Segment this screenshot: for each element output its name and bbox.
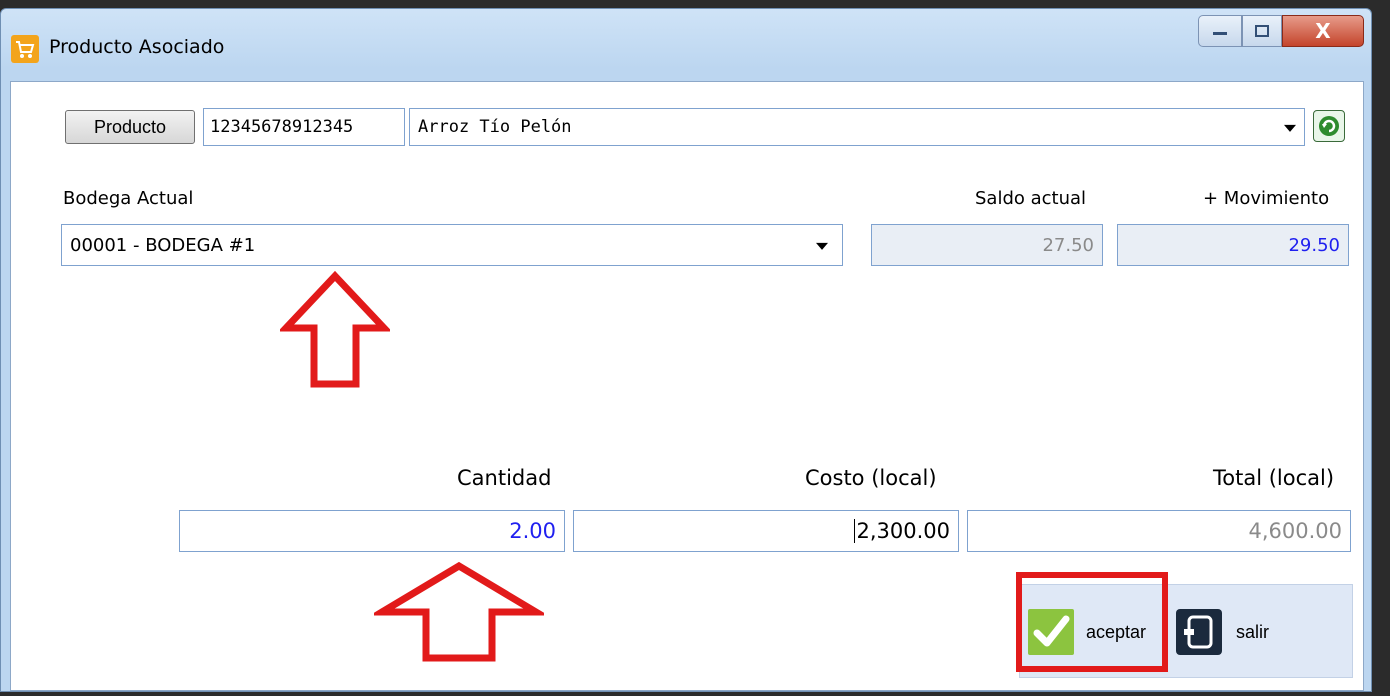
title-bar[interactable]: Producto Asociado X bbox=[1, 9, 1371, 79]
minimize-icon bbox=[1213, 32, 1227, 35]
product-name-value: Arroz Tío Pelón bbox=[418, 117, 572, 137]
bodega-select[interactable]: 00001 - BODEGA #1 bbox=[61, 224, 843, 266]
cantidad-label: Cantidad bbox=[457, 466, 552, 490]
close-icon: X bbox=[1315, 19, 1331, 43]
cantidad-input[interactable]: 2.00 bbox=[179, 510, 565, 552]
costo-value: 2,300.00 bbox=[856, 519, 950, 543]
action-panel: aceptar salir bbox=[1019, 584, 1353, 678]
total-label: Total (local) bbox=[1213, 466, 1335, 490]
costo-label: Costo (local) bbox=[805, 466, 937, 490]
maximize-button[interactable] bbox=[1242, 15, 1282, 47]
movimiento-label: + Movimiento bbox=[1203, 188, 1330, 209]
text-cursor bbox=[854, 519, 856, 543]
costo-input[interactable]: 2,300.00 bbox=[573, 510, 959, 552]
bodega-value: 00001 - BODEGA #1 bbox=[70, 234, 256, 256]
saldo-actual-label: Saldo actual bbox=[975, 188, 1087, 209]
window-title: Producto Asociado bbox=[49, 36, 225, 58]
saldo-actual-value: 27.50 bbox=[1042, 234, 1094, 256]
producto-button[interactable]: Producto bbox=[65, 110, 195, 144]
refresh-button[interactable] bbox=[1313, 110, 1345, 142]
exit-door-icon bbox=[1176, 609, 1222, 655]
aceptar-button[interactable]: aceptar bbox=[1028, 609, 1146, 655]
product-code-field[interactable]: 12345678912345 bbox=[203, 108, 405, 146]
product-name-select[interactable]: Arroz Tío Pelón bbox=[409, 108, 1305, 146]
saldo-actual-field: 27.50 bbox=[871, 224, 1103, 266]
total-field: 4,600.00 bbox=[967, 510, 1351, 552]
dropdown-arrow-icon bbox=[816, 242, 828, 250]
salir-button[interactable]: salir bbox=[1176, 609, 1269, 655]
shopping-cart-icon bbox=[11, 35, 39, 63]
dialog-window: Producto Asociado X Producto 12345678912… bbox=[0, 8, 1372, 692]
minimize-button[interactable] bbox=[1198, 15, 1242, 47]
movimiento-value: 29.50 bbox=[1288, 234, 1340, 256]
checkmark-icon bbox=[1028, 609, 1074, 655]
dropdown-arrow-icon bbox=[1284, 124, 1296, 132]
maximize-icon bbox=[1255, 25, 1269, 37]
product-code-value: 12345678912345 bbox=[210, 117, 354, 137]
dialog-body: Producto 12345678912345 Arroz Tío Pelón … bbox=[10, 81, 1364, 691]
bodega-label: Bodega Actual bbox=[63, 188, 194, 209]
salir-label: salir bbox=[1236, 621, 1270, 642]
window-controls: X bbox=[1198, 15, 1364, 49]
refresh-icon bbox=[1319, 116, 1339, 136]
aceptar-label: aceptar bbox=[1086, 621, 1147, 642]
cantidad-value: 2.00 bbox=[509, 519, 556, 543]
close-button[interactable]: X bbox=[1282, 15, 1364, 47]
total-value: 4,600.00 bbox=[1248, 519, 1342, 543]
movimiento-field: 29.50 bbox=[1117, 224, 1349, 266]
